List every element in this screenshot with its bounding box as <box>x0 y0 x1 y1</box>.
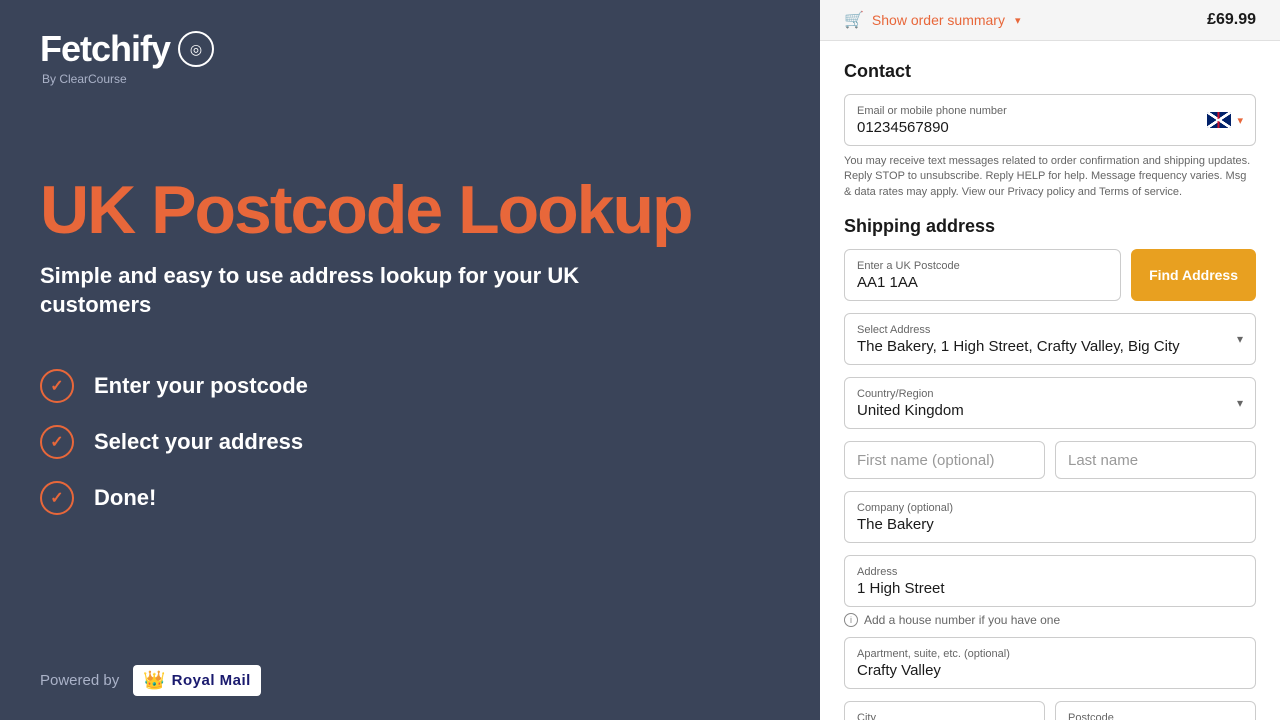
city-field[interactable]: City Big City <box>844 701 1045 720</box>
form-area: Contact Email or mobile phone number 012… <box>820 41 1280 720</box>
shipping-section: Shipping address Enter a UK Postcode AA1… <box>844 216 1256 720</box>
contact-title: Contact <box>844 61 1256 82</box>
powered-by-label: Powered by <box>40 672 119 689</box>
country-dropdown[interactable]: Country/Region United Kingdom ▾ <box>844 377 1256 429</box>
address-note-text: Add a house number if you have one <box>864 613 1060 627</box>
step-3-text: Done! <box>94 485 156 511</box>
company-value: The Bakery <box>857 516 934 533</box>
select-address-dropdown[interactable]: Select Address The Bakery, 1 High Street… <box>844 313 1256 365</box>
company-label: Company (optional) <box>857 502 1243 514</box>
postcode-value: AA1 1AA <box>857 274 918 291</box>
main-heading: UK Postcode Lookup <box>40 176 780 244</box>
address-value: 1 High Street <box>857 580 945 597</box>
step-2-text: Select your address <box>94 429 303 455</box>
first-name-field[interactable]: First name (optional) <box>844 441 1045 479</box>
email-value: 01234567890 <box>857 119 949 136</box>
steps-list: Enter your postcode Select your address … <box>40 369 780 515</box>
email-label: Email or mobile phone number <box>857 105 1243 117</box>
last-name-placeholder: Last name <box>1068 452 1138 469</box>
step-3: Done! <box>40 481 780 515</box>
step-3-icon <box>40 481 74 515</box>
postcode2-field[interactable]: Postcode AA1 1AA <box>1055 701 1256 720</box>
city-postcode-row: City Big City Postcode AA1 1AA <box>844 701 1256 720</box>
logo-area: Fetchify By ClearCourse <box>40 28 780 86</box>
logo-icon <box>178 31 214 67</box>
contact-section: Contact Email or mobile phone number 012… <box>844 61 1256 200</box>
chevron-down-icon: ▾ <box>1015 14 1021 27</box>
info-icon: i <box>844 613 858 627</box>
order-summary-left[interactable]: 🛒 Show order summary ▾ <box>844 10 1021 30</box>
by-clearcourse: By ClearCourse <box>42 72 780 86</box>
cart-icon: 🛒 <box>844 10 864 30</box>
step-2: Select your address <box>40 425 780 459</box>
logo-text: Fetchify <box>40 28 170 70</box>
country-label: Country/Region <box>857 388 1243 400</box>
postcode-input[interactable]: Enter a UK Postcode AA1 1AA <box>844 249 1121 301</box>
city-label: City <box>857 712 1032 720</box>
select-address-label: Select Address <box>857 324 1243 336</box>
right-panel: 🛒 Show order summary ▾ £69.99 Contact Em… <box>820 0 1280 720</box>
country-value: United Kingdom <box>857 402 964 419</box>
address-note: i Add a house number if you have one <box>844 613 1256 627</box>
select-chevron-icon: ▾ <box>1237 332 1243 346</box>
find-address-button[interactable]: Find Address <box>1131 249 1256 301</box>
sms-notice: You may receive text messages related to… <box>844 154 1256 200</box>
order-summary-link[interactable]: Show order summary <box>872 12 1005 28</box>
apartment-value: Crafty Valley <box>857 662 941 679</box>
first-name-placeholder: First name (optional) <box>857 452 995 469</box>
step-1-text: Enter your postcode <box>94 373 308 399</box>
step-2-icon <box>40 425 74 459</box>
royal-mail-text: Royal Mail <box>172 672 251 689</box>
flag-chevron-icon: ▾ <box>1237 114 1243 127</box>
uk-flag-icon <box>1207 112 1231 128</box>
last-name-field[interactable]: Last name <box>1055 441 1256 479</box>
powered-by: Powered by 👑 Royal Mail <box>40 665 261 696</box>
apartment-field[interactable]: Apartment, suite, etc. (optional) Crafty… <box>844 637 1256 689</box>
royal-mail-crown-icon: 👑 <box>143 670 165 691</box>
postcode2-label: Postcode <box>1068 712 1243 720</box>
flag-selector[interactable]: ▾ <box>1207 112 1243 128</box>
name-row: First name (optional) Last name <box>844 441 1256 479</box>
sub-heading: Simple and easy to use address lookup fo… <box>40 262 640 319</box>
apartment-label: Apartment, suite, etc. (optional) <box>857 648 1243 660</box>
order-summary-bar: 🛒 Show order summary ▾ £69.99 <box>820 0 1280 41</box>
royal-mail-badge: 👑 Royal Mail <box>133 665 261 696</box>
country-chevron-icon: ▾ <box>1237 396 1243 410</box>
order-price: £69.99 <box>1207 11 1256 29</box>
logo-top: Fetchify <box>40 28 780 70</box>
step-1: Enter your postcode <box>40 369 780 403</box>
postcode-label: Enter a UK Postcode <box>857 260 1108 272</box>
step-1-icon <box>40 369 74 403</box>
select-address-value: The Bakery, 1 High Street, Crafty Valley… <box>857 338 1180 355</box>
left-panel: Fetchify By ClearCourse UK Postcode Look… <box>0 0 820 720</box>
shipping-title: Shipping address <box>844 216 1256 237</box>
address-label: Address <box>857 566 1243 578</box>
email-field[interactable]: Email or mobile phone number 01234567890… <box>844 94 1256 146</box>
postcode-row: Enter a UK Postcode AA1 1AA Find Address <box>844 249 1256 301</box>
company-field[interactable]: Company (optional) The Bakery <box>844 491 1256 543</box>
address-field[interactable]: Address 1 High Street <box>844 555 1256 607</box>
